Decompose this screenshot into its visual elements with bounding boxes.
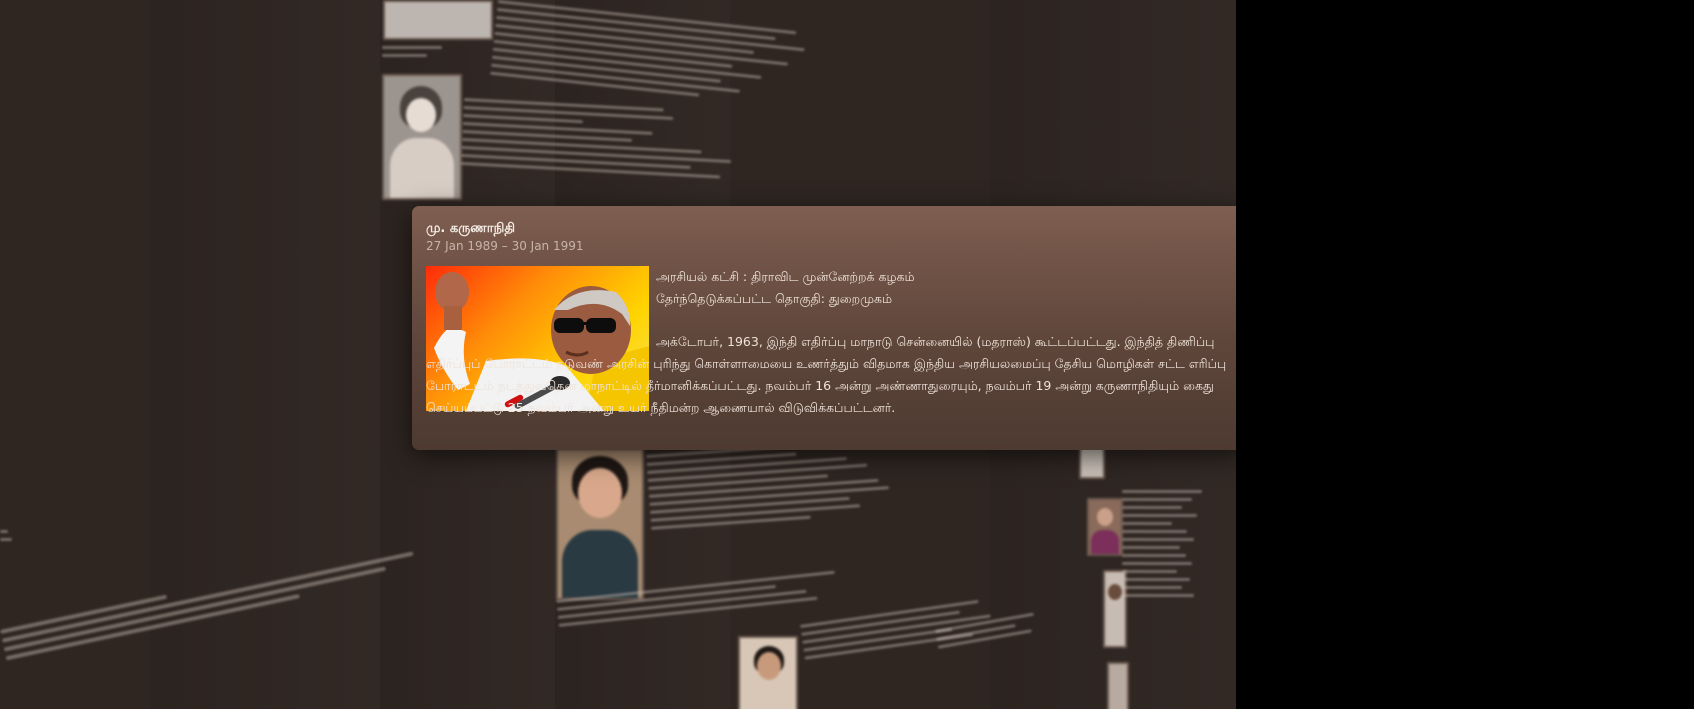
background-portrait xyxy=(556,448,644,600)
party-line: அரசியல் கட்சி : திராவிட முன்னேற்றக் கழகம… xyxy=(656,269,915,284)
background-portrait xyxy=(382,74,462,200)
background-text-block xyxy=(1122,490,1222,602)
background-text-block xyxy=(0,530,20,546)
leader-description: அக்டோபர், 1963, இந்தி எதிர்ப்பு மாநாடு ச… xyxy=(426,334,1227,415)
constituency-line: தேர்ந்தெடுக்கப்பட்ட தொகுதி: துறைமுகம் xyxy=(656,291,893,306)
background-text-block xyxy=(382,46,452,62)
background-portrait xyxy=(1107,662,1129,709)
background-portrait xyxy=(1087,498,1123,556)
timeline-3d-wall[interactable]: மு. கருணாநிதி 27 Jan 1989 – 30 Jan 1991 xyxy=(0,0,1236,709)
tenure-dates: 27 Jan 1989 – 30 Jan 1991 xyxy=(426,239,584,253)
background-text-block xyxy=(460,98,743,185)
leader-meta: அரசியல் கட்சி : திராவிட முன்னேற்றக் கழகம… xyxy=(656,266,915,310)
background-portrait xyxy=(383,0,493,40)
leader-detail-card[interactable]: மு. கருணாநிதி 27 Jan 1989 – 30 Jan 1991 xyxy=(412,206,1236,450)
background-text-block xyxy=(646,437,911,535)
background-portrait xyxy=(738,636,798,709)
leader-name: மு. கருணாநிதி xyxy=(426,221,516,236)
